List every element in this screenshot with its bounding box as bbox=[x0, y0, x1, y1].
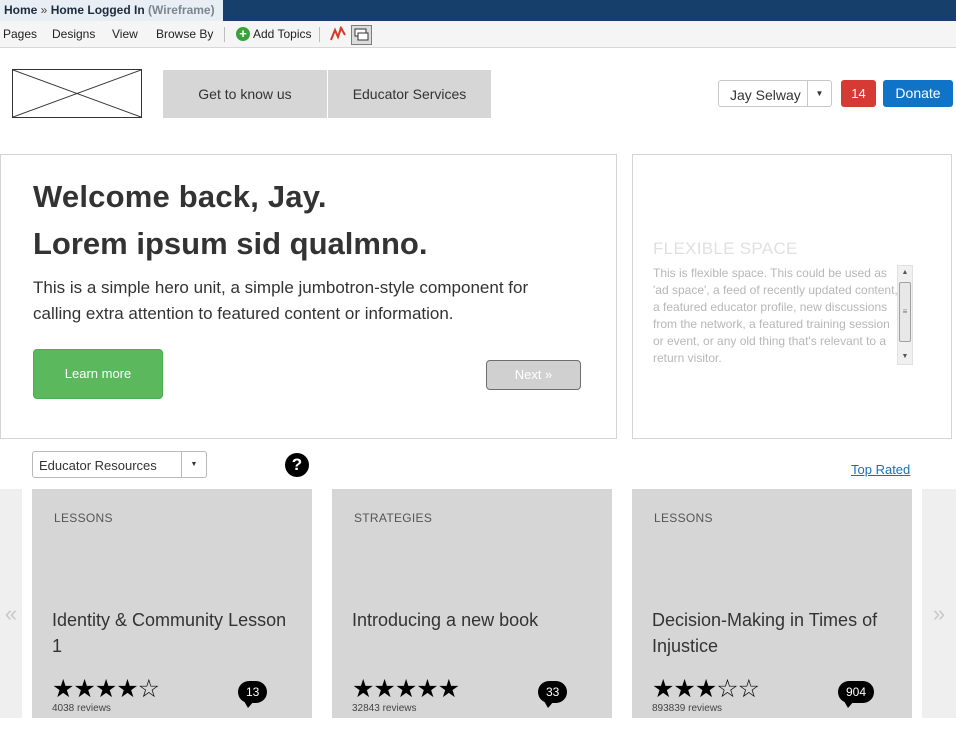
chevron-down-icon[interactable]: ▼ bbox=[807, 81, 831, 106]
card-title[interactable]: Identity & Community Lesson 1 bbox=[52, 607, 292, 659]
menu-add-topics[interactable]: Add Topics bbox=[253, 27, 311, 41]
card-category: LESSONS bbox=[54, 511, 113, 525]
breadcrumb-home[interactable]: Home bbox=[4, 3, 37, 17]
learn-more-button[interactable]: Learn more bbox=[33, 349, 163, 399]
breadcrumb-separator: » bbox=[37, 3, 51, 17]
top-rated-link[interactable]: Top Rated bbox=[851, 462, 910, 477]
resource-card[interactable]: LESSONS Decision-Making in Times of Inju… bbox=[632, 489, 912, 718]
comment-count: 33 bbox=[546, 685, 560, 699]
user-menu-dropdown[interactable]: Jay Selway ▼ bbox=[718, 80, 832, 107]
user-name: Jay Selway bbox=[730, 87, 801, 103]
hero-heading-welcome: Welcome back, Jay. bbox=[33, 179, 327, 214]
scroll-thumb[interactable]: ≡ bbox=[899, 282, 911, 342]
carousel-prev-arrow-icon[interactable]: « bbox=[0, 489, 22, 718]
next-button[interactable]: Next » bbox=[486, 360, 581, 390]
resource-type-value: Educator Resources bbox=[39, 458, 157, 473]
review-count: 893839 reviews bbox=[652, 703, 723, 714]
flexible-space-scrollbar[interactable]: ▲ ≡ ▼ bbox=[897, 265, 913, 365]
card-title[interactable]: Introducing a new book bbox=[352, 607, 592, 633]
hero-heading-secondary: Lorem ipsum sid qualmno. bbox=[33, 226, 428, 261]
menu-browse-by[interactable]: Browse By bbox=[156, 27, 213, 41]
logo-placeholder[interactable] bbox=[12, 69, 142, 118]
menu-bar: Pages Designs View Browse By + Add Topic… bbox=[0, 21, 956, 48]
flexible-space-text: This is flexible space. This could be us… bbox=[653, 266, 898, 365]
speech-bubble-tail-icon bbox=[544, 701, 554, 708]
carousel-next-arrow-icon[interactable]: » bbox=[922, 489, 956, 718]
star-rating: ★★★★☆ bbox=[52, 675, 160, 703]
notification-badge[interactable]: 14 bbox=[841, 80, 876, 107]
review-count: 32843 reviews bbox=[352, 703, 417, 714]
chevron-down-icon[interactable]: ▼ bbox=[181, 452, 206, 477]
flexible-space-panel: FLEXIBLE SPACE This is flexible space. T… bbox=[632, 154, 952, 439]
nav-tab-get-to-know-us[interactable]: Get to know us bbox=[163, 70, 327, 118]
comment-count-bubble[interactable]: 13 bbox=[238, 681, 268, 708]
title-bar: Home » Home Logged In (Wireframe) bbox=[0, 0, 956, 21]
breadcrumb: Home » Home Logged In (Wireframe) bbox=[0, 0, 223, 21]
card-category: LESSONS bbox=[654, 511, 713, 525]
star-rating: ★★★★★ bbox=[352, 675, 460, 703]
annotation-tool-icon[interactable] bbox=[329, 26, 347, 42]
resource-type-select[interactable]: Educator Resources ▼ bbox=[32, 451, 207, 478]
add-topics-plus-icon[interactable]: + bbox=[236, 27, 250, 41]
hero-unit: Welcome back, Jay. Lorem ipsum sid qualm… bbox=[0, 154, 617, 439]
menu-designs[interactable]: Designs bbox=[52, 27, 95, 41]
comment-count-bubble[interactable]: 33 bbox=[538, 681, 568, 708]
nav-tab-educator-services[interactable]: Educator Services bbox=[328, 70, 491, 118]
speech-bubble-tail-icon bbox=[844, 701, 854, 708]
scroll-down-arrow-icon[interactable]: ▼ bbox=[898, 350, 912, 364]
scroll-up-arrow-icon[interactable]: ▲ bbox=[898, 266, 912, 280]
card-title[interactable]: Decision-Making in Times of Injustice bbox=[652, 607, 892, 659]
menu-view[interactable]: View bbox=[112, 27, 138, 41]
menu-divider bbox=[224, 27, 225, 42]
menu-pages[interactable]: Pages bbox=[3, 27, 37, 41]
menu-divider bbox=[319, 27, 320, 42]
comments-toggle-icon[interactable] bbox=[351, 25, 372, 45]
comment-count-bubble[interactable]: 904 bbox=[838, 681, 875, 708]
breadcrumb-suffix: (Wireframe) bbox=[144, 3, 215, 17]
help-icon[interactable]: ? bbox=[285, 453, 309, 477]
card-category: STRATEGIES bbox=[354, 511, 433, 525]
resource-card[interactable]: LESSONS Identity & Community Lesson 1 ★★… bbox=[32, 489, 312, 718]
comment-count: 904 bbox=[846, 685, 867, 699]
comment-count: 13 bbox=[246, 685, 260, 699]
star-rating: ★★★☆☆ bbox=[652, 675, 760, 703]
flexible-space-title: FLEXIBLE SPACE bbox=[653, 239, 798, 258]
donate-button[interactable]: Donate bbox=[883, 80, 953, 107]
review-count: 4038 reviews bbox=[52, 703, 111, 714]
breadcrumb-current-page: Home Logged In bbox=[50, 3, 145, 17]
speech-bubble-tail-icon bbox=[244, 701, 254, 708]
hero-body-text: This is a simple hero unit, a simple jum… bbox=[33, 278, 529, 323]
resource-card[interactable]: STRATEGIES Introducing a new book ★★★★★ … bbox=[332, 489, 612, 718]
